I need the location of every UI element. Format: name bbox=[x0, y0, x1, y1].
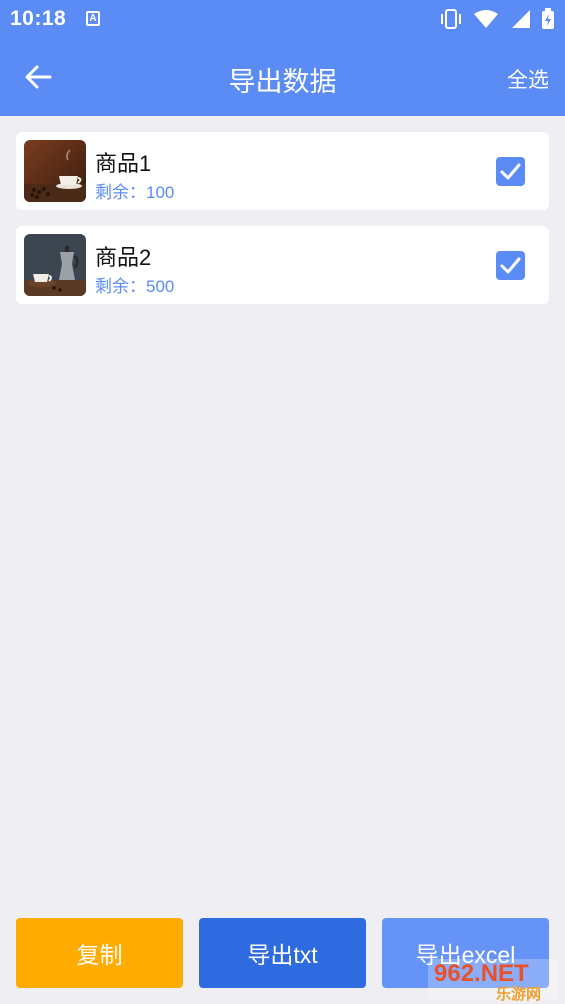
item-checkbox[interactable] bbox=[496, 157, 525, 186]
vibrate-icon bbox=[441, 9, 461, 29]
page-title: 导出数据 bbox=[228, 67, 337, 97]
list-item[interactable]: 商品2 剩余：500 bbox=[16, 226, 549, 304]
checkbox-checked-icon bbox=[500, 257, 521, 274]
signal-icon bbox=[512, 10, 530, 28]
watermark-sub: 乐游网 bbox=[496, 985, 541, 1003]
select-all-button[interactable]: 全选 bbox=[507, 64, 549, 94]
wifi-icon bbox=[474, 10, 498, 28]
watermark-logo: 962.NET 乐游网 bbox=[428, 959, 559, 1003]
copy-button[interactable]: 复制 bbox=[16, 918, 183, 988]
battery-icon bbox=[542, 8, 554, 29]
notification-a-icon: A bbox=[86, 11, 100, 26]
item-name: 商品2 bbox=[95, 245, 152, 270]
watermark-brand: 962.NET bbox=[434, 960, 529, 987]
item-checkbox[interactable] bbox=[496, 251, 525, 280]
app-bar: 导出数据 全选 bbox=[0, 38, 565, 116]
item-name: 商品1 bbox=[95, 151, 152, 176]
export-txt-button[interactable]: 导出txt bbox=[199, 918, 366, 988]
list-item[interactable]: 商品1 剩余：100 bbox=[16, 132, 549, 210]
status-bar: 10:18 A bbox=[0, 0, 565, 38]
product-thumbnail-coffee-cup bbox=[24, 140, 86, 202]
item-stock: 剩余：100 bbox=[95, 183, 175, 202]
checkbox-checked-icon bbox=[500, 163, 521, 180]
product-thumbnail-moka-pot bbox=[24, 234, 86, 296]
item-stock: 剩余：500 bbox=[95, 277, 175, 296]
status-time: 10:18 bbox=[10, 7, 67, 30]
status-icons bbox=[439, 8, 555, 30]
item-list: 商品1 剩余：100 商品2 剩余：500 bbox=[16, 132, 549, 320]
